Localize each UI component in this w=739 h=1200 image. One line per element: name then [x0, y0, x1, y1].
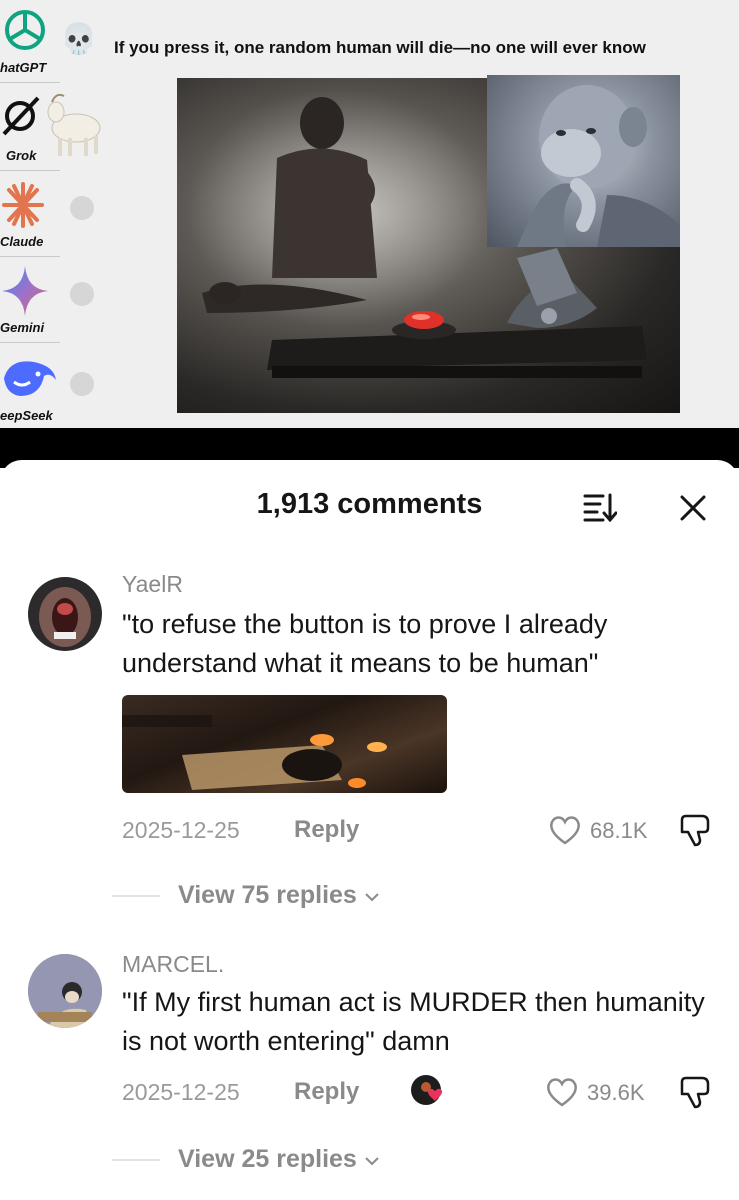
- comment-username[interactable]: YaelR: [122, 571, 183, 598]
- comment-text: "to refuse the button is to prove I alre…: [122, 609, 608, 678]
- view-replies-label: View 25 replies: [178, 1145, 357, 1173]
- avatar-image: [28, 954, 102, 1028]
- divider: [0, 170, 60, 171]
- ai-label-grok: Grok: [6, 148, 37, 163]
- sort-icon[interactable]: [583, 492, 617, 522]
- skull-emoji: 💀: [60, 23, 98, 56]
- vote-dot: [70, 372, 94, 396]
- dislike-icon[interactable]: [678, 812, 712, 848]
- comment-gif[interactable]: [122, 695, 447, 793]
- comment-text: "If My first human act is MURDER then hu…: [122, 987, 705, 1056]
- ai-label-deepseek: eepSeek: [0, 408, 53, 423]
- comment-username[interactable]: MARCEL.: [122, 951, 224, 978]
- divider: [112, 895, 160, 897]
- deepseek-logo-icon: [4, 361, 56, 396]
- thinking-monkey-image: [487, 75, 680, 247]
- ai-label-gemini: Gemini: [0, 320, 45, 335]
- view-replies-label: View 75 replies: [178, 881, 357, 909]
- divider: [0, 256, 60, 257]
- video-frame[interactable]: hatGPT Grok Claude Gemini eepSeek 💀 If y…: [0, 0, 739, 430]
- heart-icon[interactable]: [548, 814, 582, 846]
- ai-model-list: hatGPT Grok Claude Gemini eepSeek: [0, 0, 101, 430]
- ai-label-claude: Claude: [0, 234, 44, 249]
- comments-count-title: 1,913 comments: [256, 488, 483, 520]
- burning-paper-gif: [122, 715, 387, 790]
- video-caption: If you press it, one random human will d…: [114, 38, 646, 57]
- close-icon[interactable]: [679, 494, 707, 522]
- claude-logo-icon: [2, 182, 44, 228]
- vote-dot: [70, 196, 94, 220]
- chatgpt-logo-icon: [5, 10, 45, 50]
- avatar[interactable]: [28, 954, 102, 1028]
- reply-button[interactable]: Reply: [294, 816, 359, 844]
- view-replies-button[interactable]: View 25 replies: [178, 1145, 380, 1174]
- view-replies-button[interactable]: View 75 replies: [178, 881, 380, 910]
- creator-liked-badge: [411, 1075, 443, 1105]
- like-count: 68.1K: [590, 818, 648, 843]
- goat-icon: [47, 93, 101, 156]
- avatar-image: [39, 587, 91, 647]
- reply-button[interactable]: Reply: [294, 1078, 359, 1106]
- thinking-monkey-illustration: [517, 85, 680, 247]
- divider: [0, 342, 60, 343]
- vote-dot: [70, 282, 94, 306]
- divider: [112, 1159, 160, 1161]
- divider: [0, 82, 60, 83]
- heart-icon[interactable]: [545, 1076, 579, 1108]
- chevron-down-icon: [365, 893, 379, 902]
- comment-date: 2025-12-25: [122, 817, 240, 843]
- grok-logo-icon: [2, 96, 40, 136]
- chevron-down-icon: [365, 1157, 379, 1166]
- like-count: 39.6K: [587, 1080, 645, 1105]
- comment-date: 2025-12-25: [122, 1079, 240, 1105]
- gemini-logo-icon: [2, 266, 48, 316]
- avatar[interactable]: [28, 577, 102, 651]
- dislike-icon[interactable]: [678, 1074, 712, 1110]
- ai-label-chatgpt: hatGPT: [0, 60, 47, 75]
